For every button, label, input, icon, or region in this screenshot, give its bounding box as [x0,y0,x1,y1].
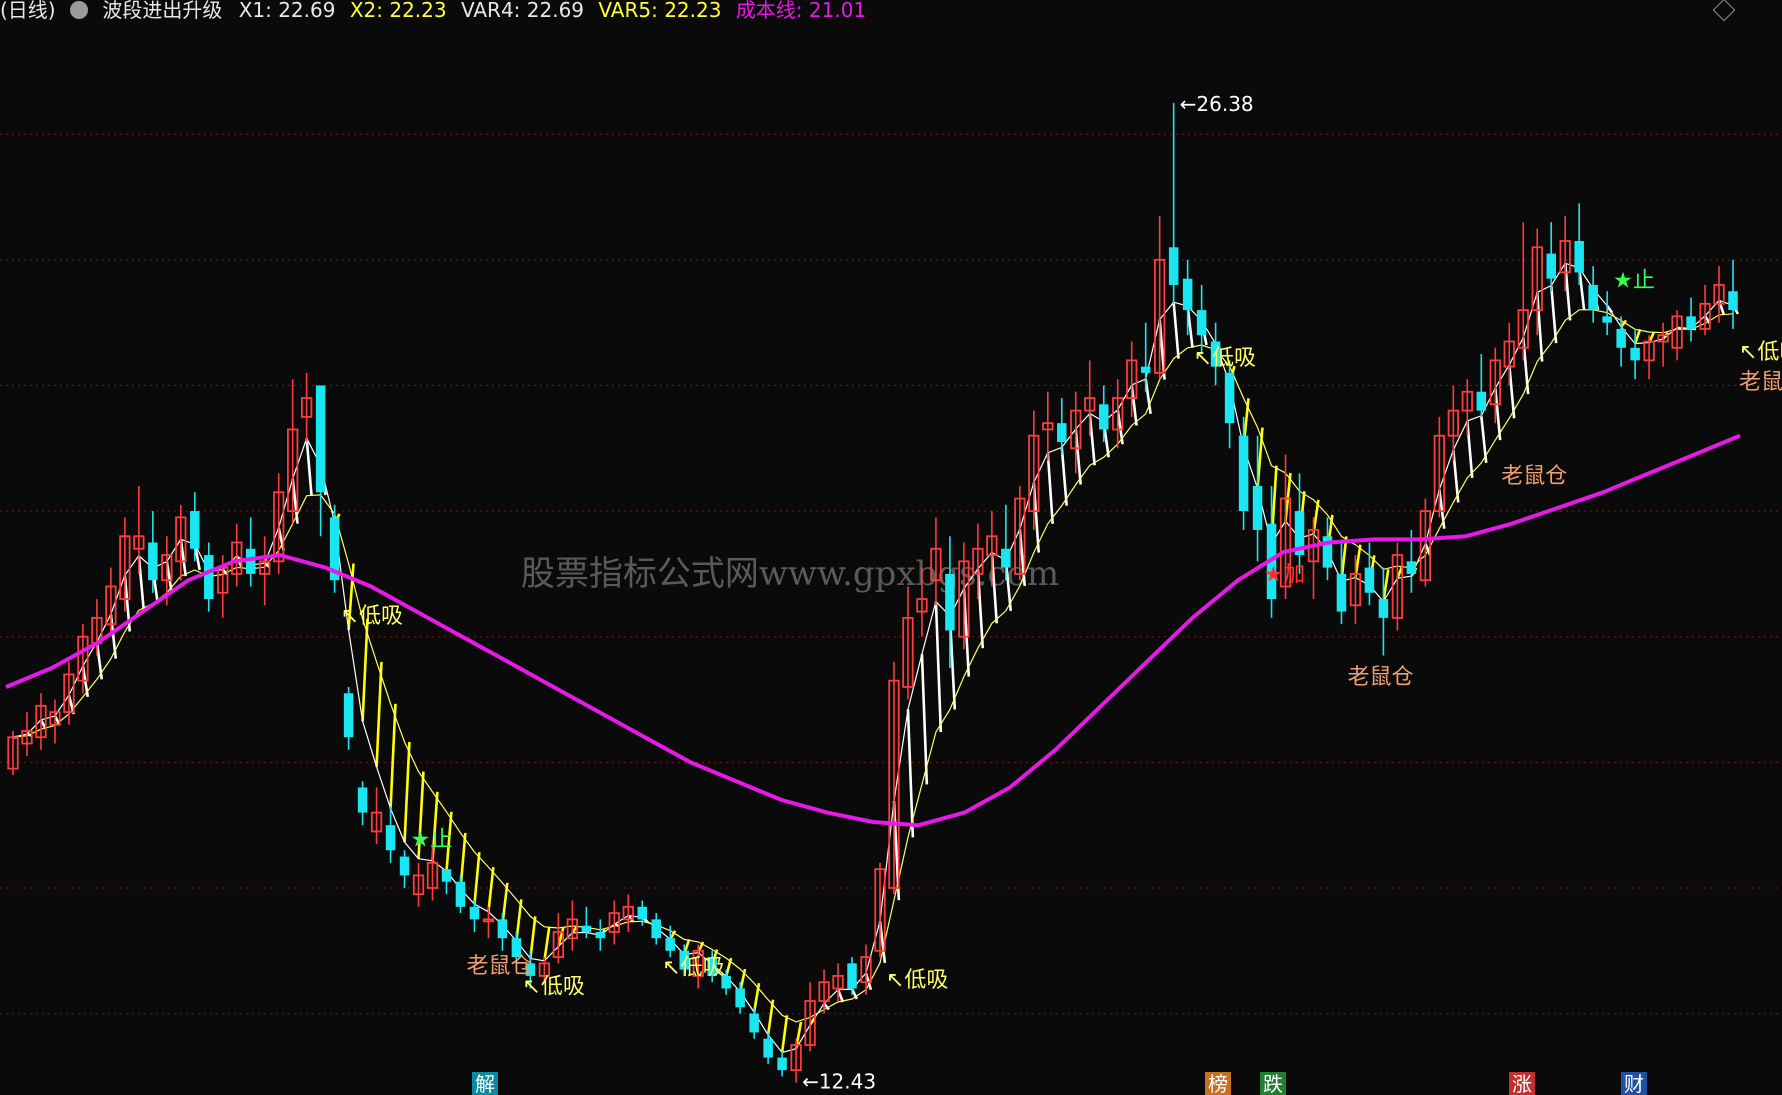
signal-label: 老鼠仓 [1501,464,1567,489]
signal-label: ↖低吸 [886,968,948,993]
bear-candle [1224,372,1235,424]
cost-line [5,433,1741,828]
signal-label: ↖低吸 [662,956,724,981]
bear-candle [1238,435,1249,512]
bear-candle [1168,247,1179,285]
bear-candle [1378,599,1389,618]
band-stripe [906,709,915,838]
band-stripe [361,618,369,722]
bear-candle [148,542,158,581]
bear-candle [637,906,648,920]
bear-candle [469,906,480,920]
band-stripe [920,654,929,785]
bottom-marker-label[interactable]: 财 [1624,1072,1644,1095]
bottom-marker-label[interactable]: 解 [475,1072,495,1095]
bear-candle [1406,561,1417,574]
bear-candle [651,919,662,939]
bear-candle [385,825,396,851]
bear-candle [1588,284,1598,311]
bear-candle [595,931,606,939]
band-stripe [473,852,481,905]
bear-candle [399,856,410,876]
bear-candle [1364,567,1375,593]
bear-candle [441,869,452,882]
signal-label: 老鼠仓 [1739,370,1782,395]
bear-candle [497,919,508,939]
band-stripe [1172,302,1180,359]
high-price-label: ←26.38 [1180,92,1254,116]
bear-candle [763,1038,773,1058]
candlestick-chart[interactable]: 股票指标公式网www.gpxbgs.com ↖低吸★止老鼠仓↖低吸↖低吸↖低吸↖… [0,0,1782,1095]
bear-candle [455,881,466,907]
bottom-marker-label[interactable]: 涨 [1512,1072,1532,1095]
band-stripe [375,661,383,767]
bear-candle [1616,328,1626,348]
band-stripe [1046,452,1054,524]
bear-candle [1252,485,1263,530]
band-stripe [487,866,495,912]
bear-candle [1728,291,1738,311]
bear-candle [1182,278,1193,311]
signal-label: ★止 [411,827,453,852]
signal-label: ↖低吸 [1194,346,1256,371]
bear-candle [1476,391,1487,411]
bear-candle [1196,310,1207,336]
bear-candle [1602,316,1612,323]
bottom-marker-label[interactable]: 榜 [1208,1072,1228,1095]
band-upper-line [12,262,1734,1054]
band-stripe [780,1015,789,1053]
band-lower-line [12,309,1734,1023]
bear-candle [847,963,857,989]
bear-candle [1057,423,1067,442]
bear-candle [1336,573,1347,612]
bear-candle [190,511,200,549]
bear-candle [1686,316,1696,329]
bottom-marker-label[interactable]: 跌 [1263,1072,1283,1095]
band-stripe [1060,447,1068,506]
bear-candle [357,787,368,813]
bear-candle [1546,253,1556,279]
bear-candle [945,573,955,631]
bear-candle [1098,404,1109,430]
signal-label: ↖低吸 [341,604,403,629]
bear-candle [204,555,214,600]
bear-candle [343,693,354,738]
bear-candle [1574,241,1584,273]
signal-label: ↖低吸 [522,974,584,999]
band-stripe [403,741,411,843]
signal-label: ★止 [1613,268,1655,293]
bear-candle [735,988,745,1008]
bear-candle [315,385,326,493]
low-price-label: ←12.43 [802,1070,876,1094]
bear-candle [1001,548,1011,568]
band-stripe [1549,285,1558,344]
bear-candle [1630,347,1640,361]
signal-label: ★加 [1264,562,1306,587]
bear-candle [777,1057,787,1071]
band-stripe [389,703,397,809]
signal-label: 老鼠仓 [1347,665,1413,690]
bear-candle [665,938,675,951]
bear-candle [581,925,592,932]
bear-candle [1140,366,1151,373]
band-stripe [934,601,943,733]
signal-label: ↖低吸 [1739,340,1782,365]
bear-candle [749,1013,759,1033]
